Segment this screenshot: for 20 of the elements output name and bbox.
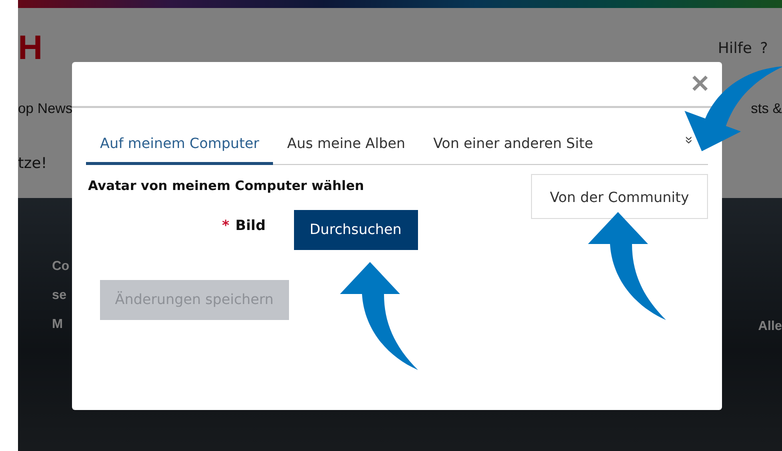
close-button[interactable]: ✕	[690, 70, 710, 98]
tab[interactable]: Auf meinem Computer	[86, 128, 274, 165]
nav-link[interactable]: sts &	[750, 100, 782, 116]
hero-text: M	[52, 316, 64, 331]
curved-arrow-icon	[340, 262, 420, 372]
promo-text: tze!	[18, 154, 47, 172]
section-heading: Avatar von meinem Computer wählen	[88, 179, 366, 194]
logo: H	[18, 28, 43, 68]
hero-link[interactable]: Alle	[758, 318, 782, 451]
curved-arrow-icon	[588, 212, 668, 322]
help-icon[interactable]: ?	[760, 39, 768, 57]
menu-item[interactable]: Von der Community	[550, 190, 689, 206]
help-link[interactable]: Hilfe	[718, 39, 752, 57]
nav-link[interactable]: op News	[18, 100, 72, 116]
tab[interactable]: Von einer anderen Site	[419, 128, 608, 165]
hero-text: se	[52, 287, 68, 302]
field-label: * Bild	[222, 218, 266, 234]
browse-button[interactable]: Durchsuchen	[294, 210, 418, 250]
hero-text: Co	[52, 258, 70, 273]
tab[interactable]: Aus meine Alben	[273, 128, 420, 165]
